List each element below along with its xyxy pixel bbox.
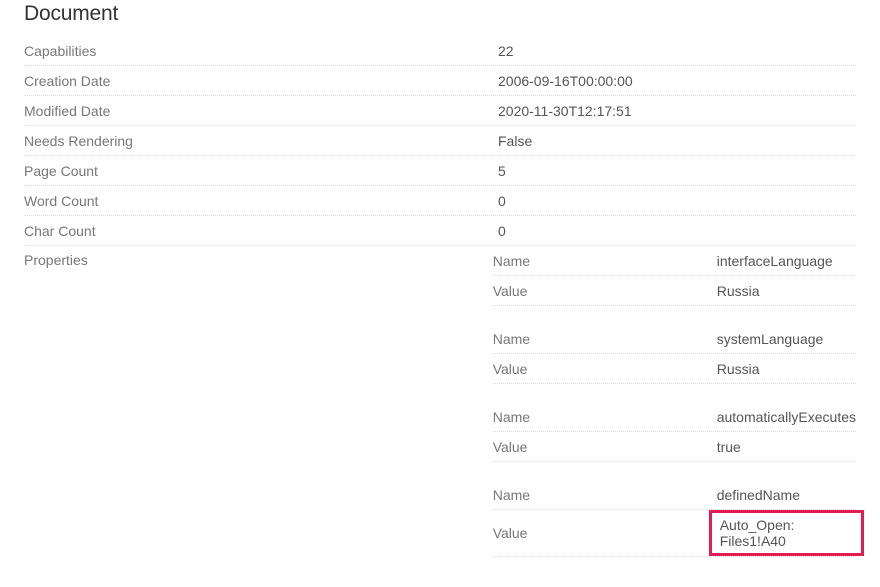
property-name-value: interfaceLanguage <box>717 249 856 273</box>
row-word-count: Word Count 0 <box>24 186 856 216</box>
property-group-3: Name definedName Value Auto_Open: Files1… <box>493 480 856 557</box>
property-value-label: Value <box>493 357 717 381</box>
row-capabilities: Capabilities 22 <box>24 36 856 66</box>
label-capabilities: Capabilities <box>24 39 498 63</box>
property-name-row: Name interfaceLanguage <box>493 246 856 276</box>
property-name-value: systemLanguage <box>717 327 856 351</box>
property-value-value: true <box>717 435 856 459</box>
property-name-value: definedName <box>717 483 856 507</box>
value-modified-date: 2020-11-30T12:17:51 <box>498 99 856 123</box>
property-name-row: Name automaticallyExecutes <box>493 402 856 432</box>
property-group-0: Name interfaceLanguage Value Russia <box>493 246 856 306</box>
property-value-value: Russia <box>717 279 856 303</box>
property-value-row: Value Russia <box>493 276 856 306</box>
property-value-label: Value <box>493 521 717 545</box>
row-page-count: Page Count 5 <box>24 156 856 186</box>
document-section: Document Capabilities 22 Creation Date 2… <box>0 2 880 587</box>
property-value-row: Value Auto_Open: Files1!A40 <box>493 510 856 557</box>
label-needs-rendering: Needs Rendering <box>24 129 498 153</box>
property-value-row: Value true <box>493 432 856 462</box>
value-creation-date: 2006-09-16T00:00:00 <box>498 69 856 93</box>
property-value-value: Auto_Open: Files1!A40 <box>717 510 856 556</box>
label-modified-date: Modified Date <box>24 99 498 123</box>
label-char-count: Char Count <box>24 219 498 243</box>
value-capabilities: 22 <box>498 39 856 63</box>
row-creation-date: Creation Date 2006-09-16T00:00:00 <box>24 66 856 96</box>
property-name-row: Name systemLanguage <box>493 324 856 354</box>
value-char-count: 0 <box>498 219 856 243</box>
row-needs-rendering: Needs Rendering False <box>24 126 856 156</box>
property-name-label: Name <box>493 327 717 351</box>
property-value-value: Russia <box>717 357 856 381</box>
label-page-count: Page Count <box>24 159 498 183</box>
property-value-label: Value <box>493 435 717 459</box>
row-char-count: Char Count 0 <box>24 216 856 246</box>
section-title: Document <box>24 2 856 26</box>
value-page-count: 5 <box>498 159 856 183</box>
properties-body: Name interfaceLanguage Value Russia Name… <box>493 246 856 557</box>
label-properties: Properties <box>24 246 493 268</box>
property-name-row: Name definedName <box>493 480 856 510</box>
highlight-defined-name: Auto_Open: Files1!A40 <box>709 510 864 556</box>
property-group-2: Name automaticallyExecutes Value true <box>493 402 856 462</box>
property-group-1: Name systemLanguage Value Russia <box>493 324 856 384</box>
value-word-count: 0 <box>498 189 856 213</box>
row-properties: Properties Name interfaceLanguage Value … <box>24 246 856 557</box>
property-name-value: automaticallyExecutes <box>717 405 856 429</box>
row-modified-date: Modified Date 2020-11-30T12:17:51 <box>24 96 856 126</box>
property-name-label: Name <box>493 483 717 507</box>
value-needs-rendering: False <box>498 129 856 153</box>
property-name-label: Name <box>493 249 717 273</box>
property-value-row: Value Russia <box>493 354 856 384</box>
property-name-label: Name <box>493 405 717 429</box>
label-creation-date: Creation Date <box>24 69 498 93</box>
label-word-count: Word Count <box>24 189 498 213</box>
property-value-label: Value <box>493 279 717 303</box>
